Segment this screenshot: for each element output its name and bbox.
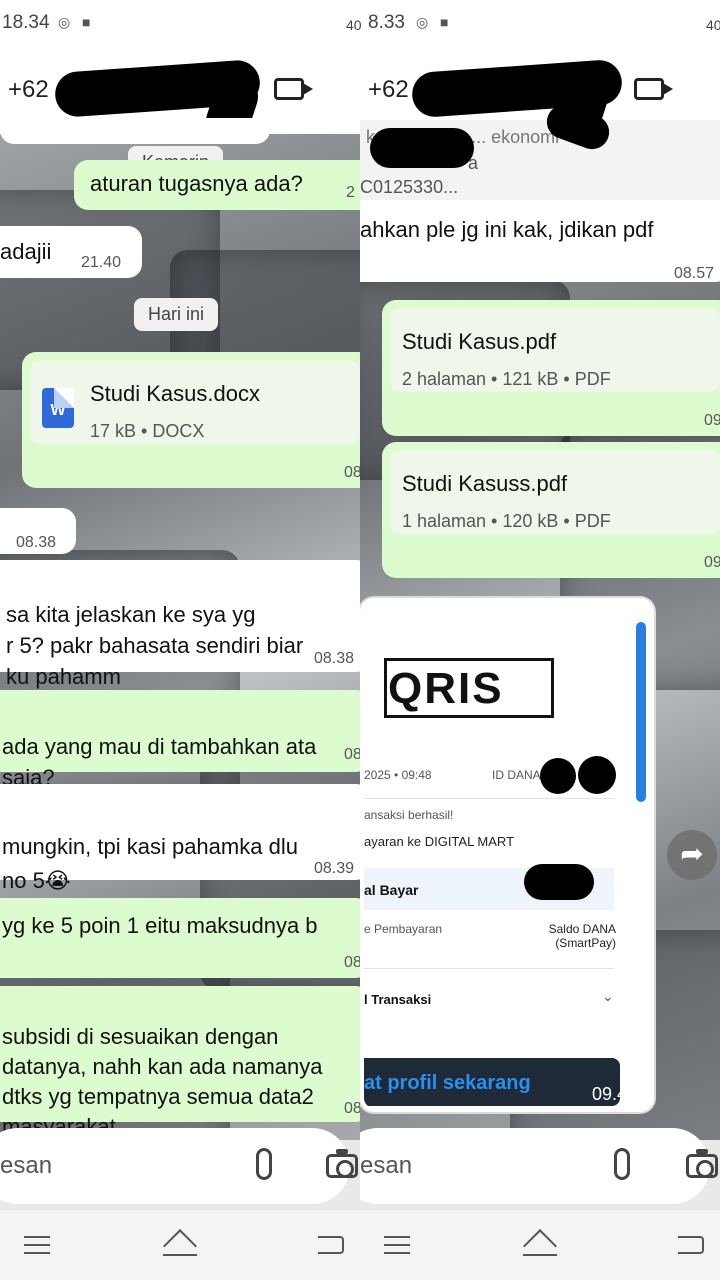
home-icon[interactable] xyxy=(163,1229,197,1263)
redaction-mark xyxy=(540,758,576,794)
message-time: 2 xyxy=(346,184,355,201)
message-input[interactable]: esan xyxy=(360,1128,718,1204)
receipt-total-label: al Bayar xyxy=(364,882,419,898)
redaction-mark xyxy=(370,128,474,168)
chat-screenshot-right: 40 8.33 ◎ ■ 40 +62 ke ... pengar ... eko… xyxy=(360,0,720,1280)
message-input-placeholder: esan xyxy=(0,1152,53,1179)
message-time: 09 xyxy=(704,412,720,429)
message-time: 08.39 xyxy=(314,860,355,877)
document-meta: 2 halaman • 121 kB • PDF xyxy=(402,369,611,389)
receipt-merchant: ayaran ke DIGITAL MART xyxy=(364,834,515,849)
message-time: 09 xyxy=(704,554,720,571)
document-meta: 17 kB • DOCX xyxy=(90,421,205,441)
message-time: 08.38 xyxy=(16,534,57,551)
menu-icon[interactable] xyxy=(24,1236,50,1254)
forward-icon[interactable]: ➦ xyxy=(667,830,717,880)
date-chip-today: Hari ini xyxy=(134,298,219,331)
message-time: 08 xyxy=(344,746,360,763)
receipt-date: 2025 • 09:48 xyxy=(364,768,432,782)
quoted-line: C0125330... xyxy=(360,177,459,197)
message-bubble-outgoing: ada yang mau di tambahkan ata saja? xyxy=(0,690,360,790)
message-time: 09.49 xyxy=(592,1084,638,1104)
facebook-notification-icon: ■ xyxy=(82,14,91,30)
receipt-id-label: ID DANA xyxy=(492,768,541,782)
document-message[interactable]: Studi Kasus.pdf 2 halaman • 121 kB • PDF xyxy=(382,300,720,436)
navigation-bar xyxy=(360,1210,720,1280)
message-time: 08 xyxy=(344,1100,360,1117)
whatsapp-notification-icon: ◎ xyxy=(58,14,71,30)
document-meta: 1 halaman • 120 kB • PDF xyxy=(402,511,611,531)
camera-icon[interactable] xyxy=(326,1149,358,1178)
message-time: 21.40 xyxy=(81,254,122,271)
qris-logo: QRIS xyxy=(388,664,504,713)
message-time: 08.38 xyxy=(314,650,355,667)
promo-banner: at profil sekarang xyxy=(364,1058,620,1106)
video-call-icon[interactable] xyxy=(634,78,673,100)
chevron-down-icon: ⌄ xyxy=(602,988,614,1004)
video-call-icon[interactable] xyxy=(274,78,313,100)
back-icon[interactable] xyxy=(678,1236,704,1254)
attach-icon[interactable] xyxy=(614,1148,630,1180)
message-bubble-incoming: sa kita jelaskan ke sya yg r 5? pakr bah… xyxy=(0,560,360,689)
message-time: 08 xyxy=(344,954,360,971)
message-time: 08 xyxy=(344,464,360,481)
message-bubble xyxy=(0,118,270,144)
message-time: 08.57 xyxy=(674,265,715,282)
message-bubble-outgoing: yg ke 5 poin 1 eitu maksudnya b xyxy=(0,898,360,978)
status-bar: 40 8.33 ◎ ■ 40 xyxy=(360,0,720,44)
status-signal: 40 xyxy=(360,17,362,33)
redaction-mark xyxy=(524,864,594,900)
status-time: 8.33 xyxy=(368,12,405,33)
message-text: ahkan ple jg ini kak, jdikan pdf xyxy=(360,217,654,242)
attach-icon[interactable] xyxy=(256,1148,272,1180)
back-icon[interactable] xyxy=(318,1236,344,1254)
status-signal: 40 xyxy=(706,17,720,33)
document-message[interactable]: Studi Kasuss.pdf 1 halaman • 120 kB • PD… xyxy=(382,442,720,578)
redaction-mark xyxy=(578,756,616,794)
receipt-detail-label: l Transaksi xyxy=(364,992,432,1007)
whatsapp-notification-icon: ◎ xyxy=(416,14,429,30)
word-document-icon: W xyxy=(42,388,74,428)
message-bubble-outgoing: subsidi di sesuaikan dengan datanya, nah… xyxy=(0,986,360,1139)
contact-phone[interactable]: +62 xyxy=(368,76,409,104)
message-bubble-outgoing: aturan tugasnya ada? xyxy=(74,160,360,210)
receipt-method-label: e Pembayaran xyxy=(364,922,443,936)
promo-text: at profil sekarang xyxy=(364,1072,531,1094)
chat-screenshot-left: 18.34 ◎ ■ 40 +62 Kemarin aturan tugasnya… xyxy=(0,0,360,1280)
receipt-method-value: Saldo DANA (SmartPay) xyxy=(548,922,616,950)
receipt-scrollbar xyxy=(636,622,646,802)
home-icon[interactable] xyxy=(523,1229,557,1263)
navigation-bar xyxy=(0,1210,360,1280)
document-name: Studi Kasuss.pdf xyxy=(402,471,568,496)
receipt-image[interactable]: QRIS 2025 • 09:48 ID DANA ansaksi berhas… xyxy=(360,598,654,1112)
document-name: Studi Kasus.pdf xyxy=(402,329,557,354)
status-signal: 40 xyxy=(346,17,360,33)
document-message[interactable]: W Studi Kasus.docx 17 kB • DOCX xyxy=(22,352,360,488)
status-bar: 18.34 ◎ ■ 40 xyxy=(0,0,360,44)
status-time: 18.34 xyxy=(2,12,50,33)
document-name: Studi Kasus.docx xyxy=(90,381,260,406)
menu-icon[interactable] xyxy=(384,1236,410,1254)
contact-phone[interactable]: +62 xyxy=(8,76,49,104)
message-input-placeholder: esan xyxy=(360,1152,413,1179)
message-input[interactable]: esan xyxy=(0,1128,358,1204)
facebook-notification-icon: ■ xyxy=(440,14,449,30)
message-bubble-incoming: mungkin, tpi kasi pahamka dlu no 5😭 xyxy=(0,784,360,893)
camera-icon[interactable] xyxy=(686,1149,718,1178)
receipt-status: ansaksi berhasil! xyxy=(364,808,454,822)
